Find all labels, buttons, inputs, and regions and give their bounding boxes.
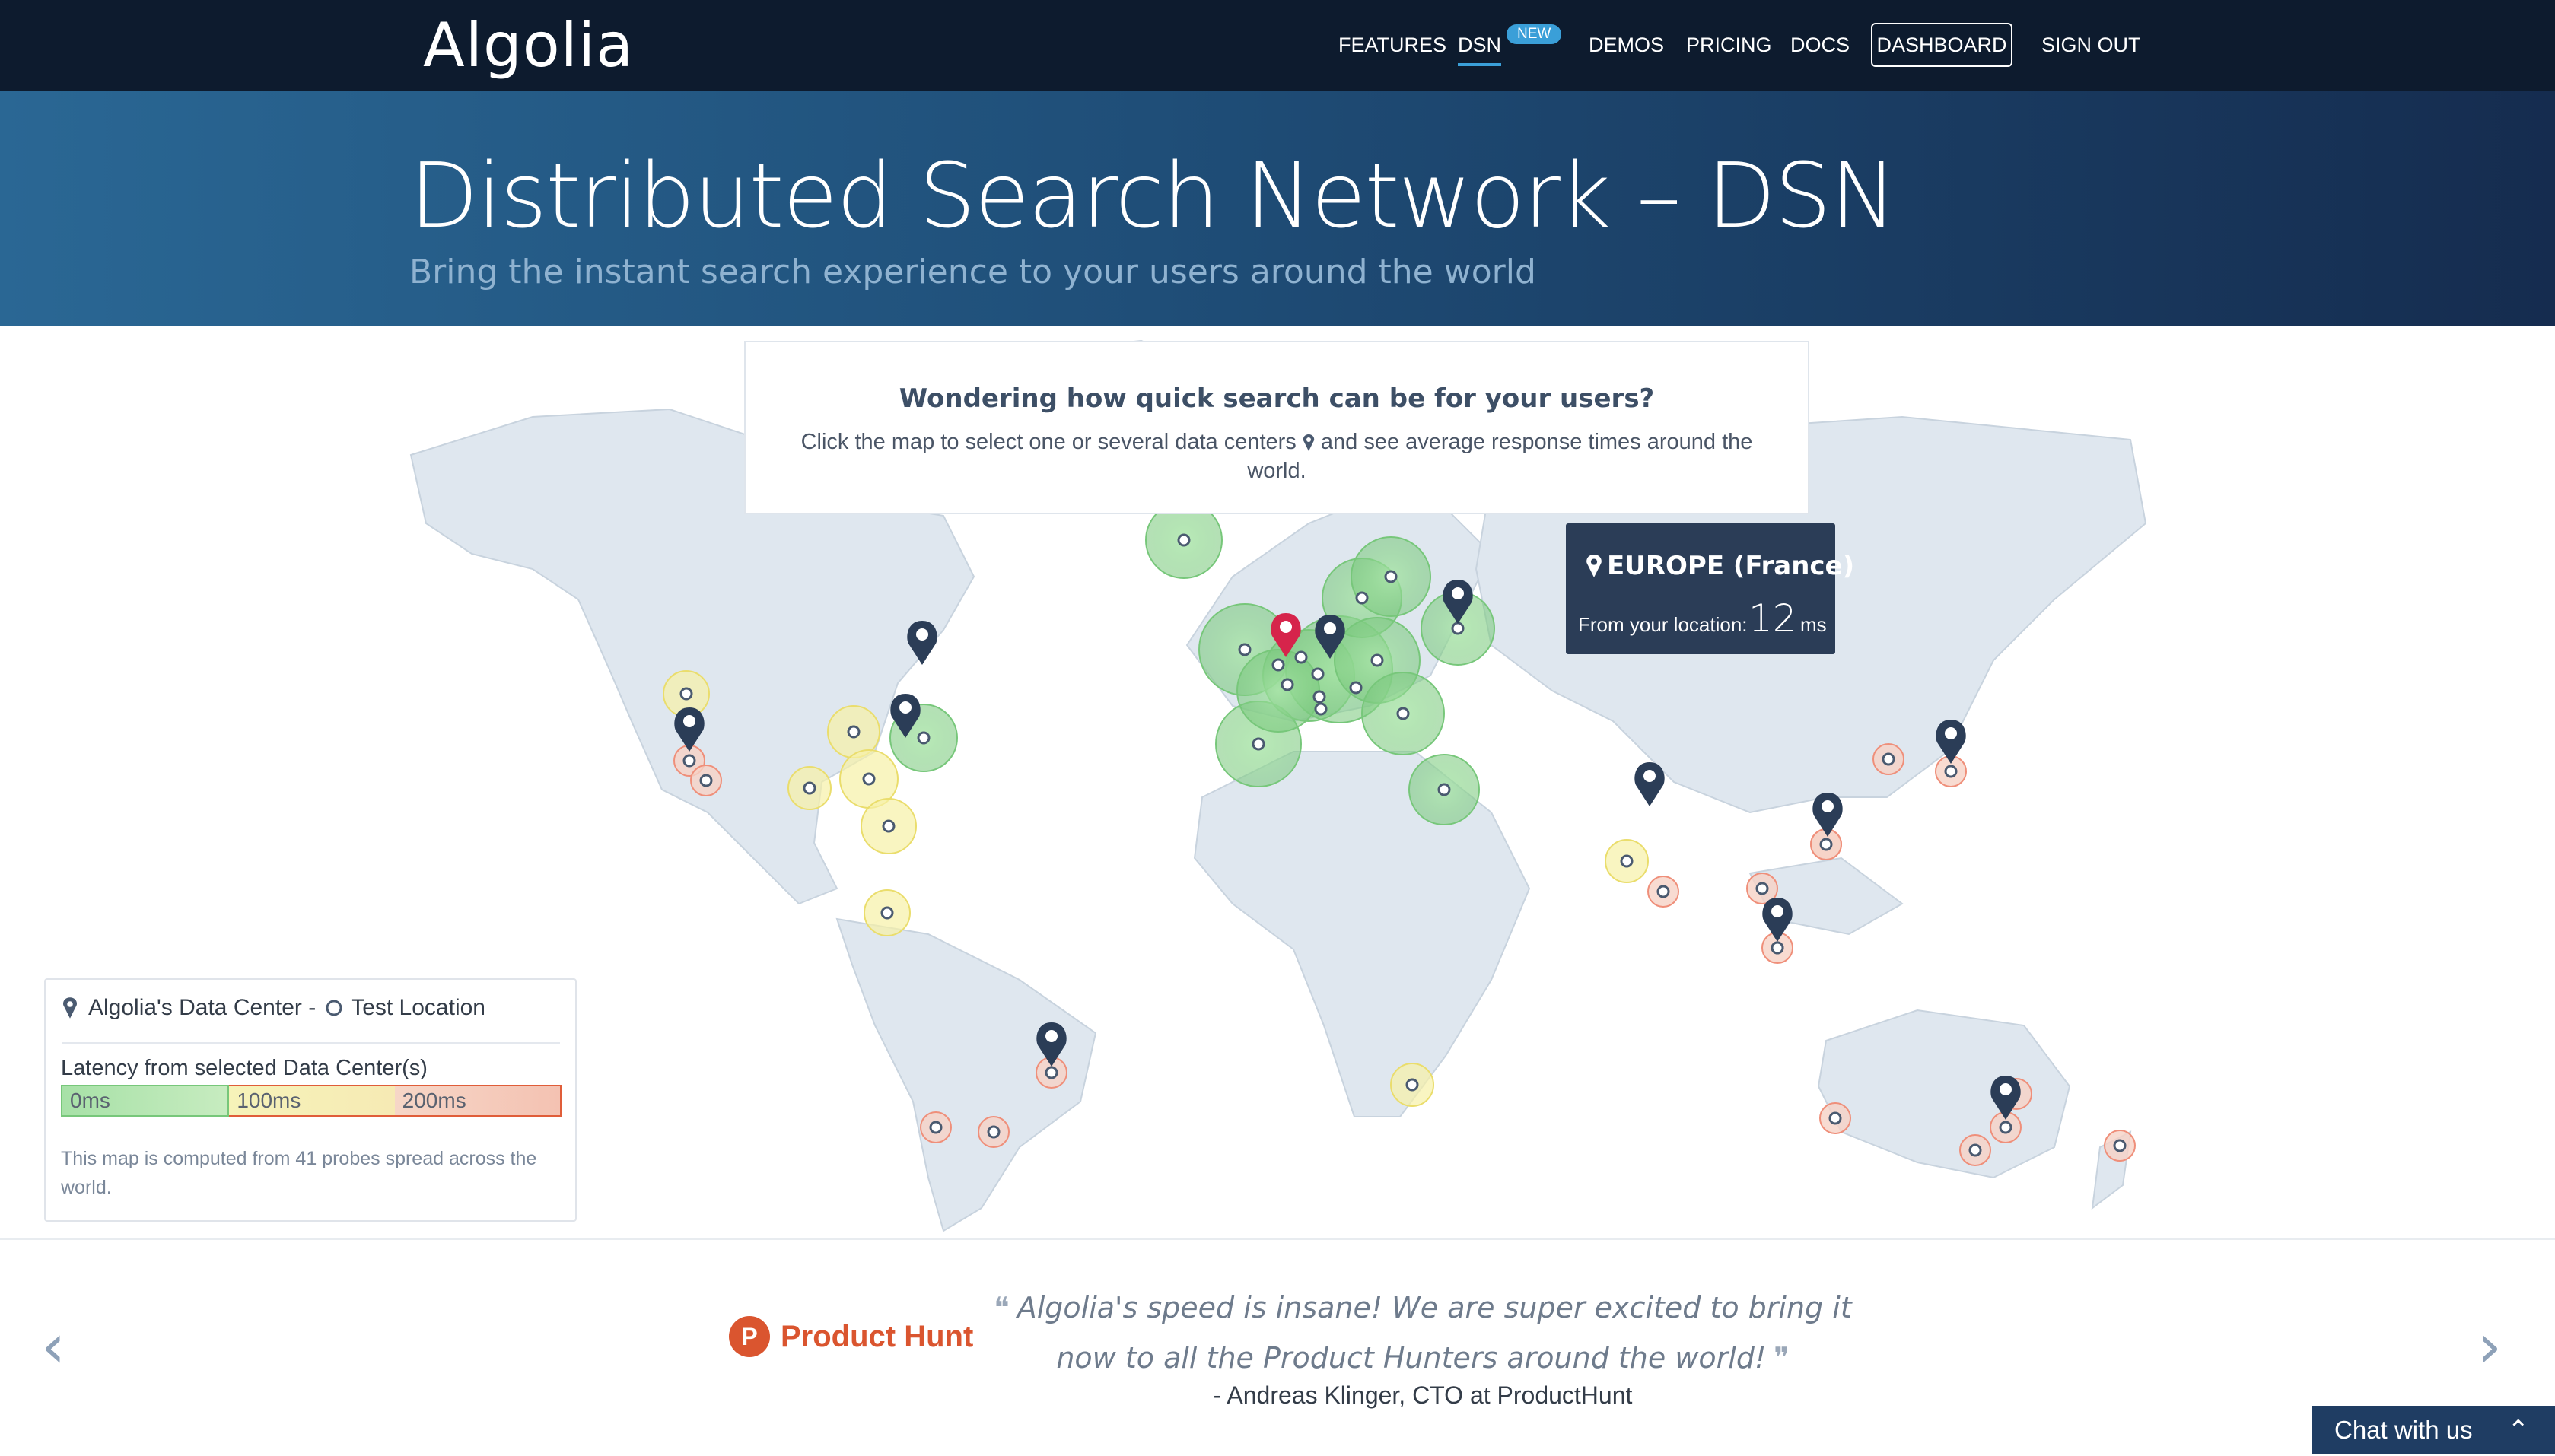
product-hunt-icon: P [729, 1316, 770, 1357]
nav-dsn[interactable]: DSN [1458, 33, 1502, 66]
legend-divider [62, 1042, 560, 1044]
info-text-before: Click the map to select one or several d… [800, 430, 1297, 454]
map-legend: Algolia's Data Center - Test Location La… [44, 978, 577, 1222]
scale-100ms: 100ms [229, 1086, 395, 1115]
quote-text: Algolia's speed is insane! We are super … [1017, 1291, 1852, 1375]
chevron-up-icon: ⌃ [2507, 1416, 2530, 1445]
tooltip-label: From your location: [1578, 613, 1748, 636]
tooltip-title: EUROPE (France) [1586, 551, 1854, 581]
info-box: Wondering how quick search can be for yo… [744, 341, 1809, 514]
world-map-area[interactable]: Wondering how quick search can be for yo… [0, 326, 2555, 1238]
nav-pricing[interactable]: PRICING [1686, 33, 1772, 57]
close-quote-icon: ❞ [1774, 1341, 1790, 1375]
nav-features[interactable]: FEATURES [1338, 33, 1446, 57]
tooltip-latency-unit: ms [1800, 613, 1827, 636]
top-navbar: Algolia FEATURES DSN NEW DEMOS PRICING D… [0, 0, 2555, 91]
product-hunt-name: Product Hunt [781, 1319, 974, 1353]
testimonial-author: - Andreas Klinger, CTO at ProductHunt [1213, 1381, 1633, 1409]
chat-widget[interactable]: Chat with us ⌃ [2312, 1406, 2555, 1454]
pin-icon [1303, 434, 1315, 451]
pin-singapore[interactable] [1762, 898, 1793, 942]
carousel-prev-arrow[interactable]: ‹ [41, 1316, 65, 1377]
testimonial-quote: ❝ Algolia's speed is insane! We are super… [974, 1283, 1872, 1383]
carousel-next-arrow[interactable]: › [2477, 1316, 2502, 1377]
dashboard-button[interactable]: DASHBOARD [1871, 23, 2013, 67]
testimonial-carousel: ‹ P Product Hunt ❝ Algolia's speed is ins… [0, 1238, 2555, 1456]
legend-dc-label: Algolia's Data Center - [88, 995, 317, 1020]
pin-icon [1586, 555, 1602, 577]
legend-note: This map is computed from 41 probes spre… [61, 1148, 537, 1198]
sign-out-link[interactable]: SIGN OUT [2041, 33, 2141, 57]
info-text-after: and see average response times around th… [1247, 430, 1753, 483]
chat-label: Chat with us [2334, 1416, 2473, 1444]
pin-icon [63, 997, 77, 1019]
info-text: Click the map to select one or several d… [791, 428, 1762, 485]
page-title: Distributed Search Network – DSN [409, 143, 1897, 248]
latency-scale: 0ms 100ms 200ms [61, 1085, 562, 1117]
algolia-logo[interactable]: Algolia [423, 9, 634, 82]
pin-india[interactable] [1634, 762, 1665, 806]
pin-hong-kong[interactable] [1812, 793, 1843, 837]
legend-latency-label: Latency from selected Data Center(s) [61, 1056, 428, 1080]
legend-header: Algolia's Data Center - Test Location [62, 995, 485, 1021]
nav-docs[interactable]: DOCS [1790, 33, 1850, 57]
tooltip-latency-value: 12 [1748, 596, 1797, 641]
datacenter-tooltip: EUROPE (France) From your location: 12 m… [1566, 523, 1854, 654]
info-title: Wondering how quick search can be for yo… [899, 383, 1655, 414]
legend-test-label: Test Location [351, 995, 485, 1020]
scale-0ms: 0ms [61, 1085, 230, 1117]
nav-demos[interactable]: DEMOS [1589, 33, 1664, 57]
page-subtitle: Bring the instant search experience to y… [409, 253, 1536, 291]
scale-200ms: 200ms [394, 1086, 560, 1115]
product-hunt-logo: P Product Hunt [729, 1316, 973, 1357]
open-quote-icon: ❝ [994, 1291, 1010, 1324]
new-badge: NEW [1507, 24, 1562, 44]
hero-banner: Distributed Search Network – DSN Bring t… [0, 91, 2555, 326]
circle-icon [326, 1000, 342, 1016]
tooltip-title-text: EUROPE (France) [1607, 551, 1855, 581]
